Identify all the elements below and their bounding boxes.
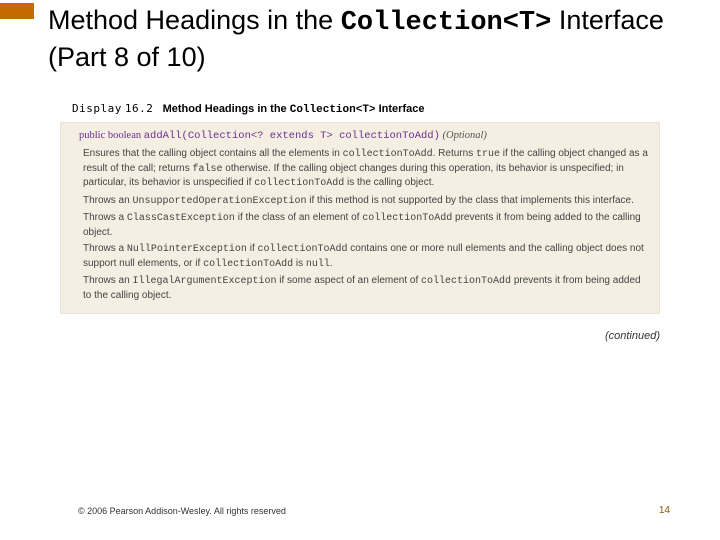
sig-optional: (Optional) [443,130,487,141]
display-word: Display [72,102,122,115]
display-code: Collection<T> [290,104,376,116]
method-box: public boolean addAll(Collection<? exten… [60,122,660,314]
method-signature: public boolean addAll(Collection<? exten… [79,129,649,143]
para-1: Ensures that the calling object contains… [83,147,649,191]
footer-page-number: 14 [659,505,670,516]
display-number: 16.2 [125,102,154,115]
continued-label: (continued) [605,330,660,342]
accent-bar [0,3,34,19]
sig-name: addAll(Collection<? extends T> collectio… [144,130,440,142]
para-4: Throws a NullPointerException if collect… [83,242,649,271]
para-3: Throws a ClassCastException if the class… [83,211,649,239]
para-2: Throws an UnsupportedOperationException … [83,194,649,209]
slide: Method Headings in the Collection<T> Int… [0,0,720,540]
footer-copyright: © 2006 Pearson Addison-Wesley. All right… [78,506,286,516]
slide-title: Method Headings in the Collection<T> Int… [48,4,708,75]
display-suffix: Interface [376,103,425,115]
sig-kw-public: public [79,130,105,141]
display-text: Method Headings in the [163,103,290,115]
title-pre: Method Headings in the [48,5,341,35]
title-code: Collection<T> [341,8,552,38]
sig-kw-boolean: boolean [108,130,141,141]
display-caption: Display 16.2 Method Headings in the Coll… [72,102,424,116]
para-5: Throws an IllegalArgumentException if so… [83,274,649,302]
